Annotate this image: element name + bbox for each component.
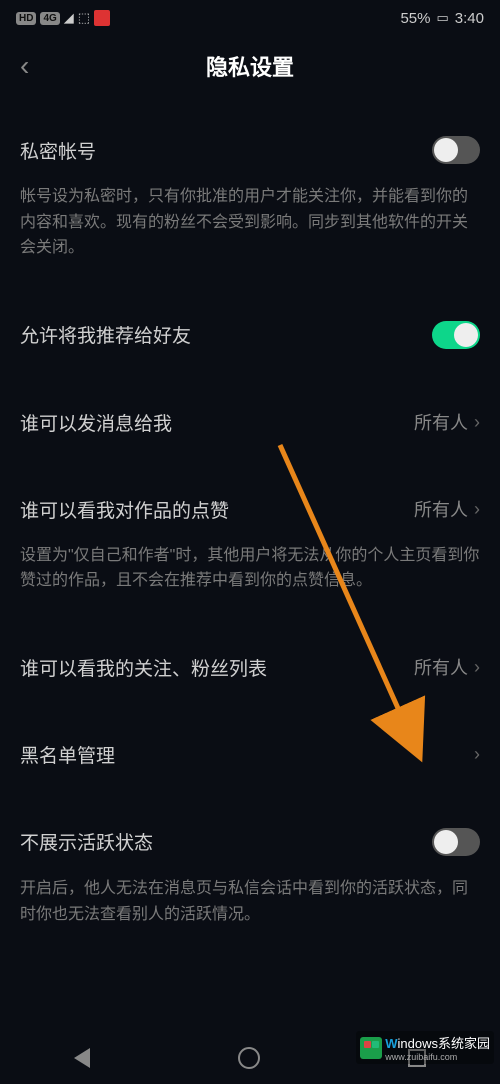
who-msg-value: 所有人 › — [414, 409, 480, 435]
who-likes-label: 谁可以看我对作品的点赞 — [20, 496, 229, 523]
row-who-follow[interactable]: 谁可以看我的关注、粉丝列表 所有人 › — [20, 634, 480, 701]
row-blocklist[interactable]: 黑名单管理 › — [20, 721, 480, 788]
watermark-sub: www.zuibaifu.com — [385, 1052, 490, 1062]
recommend-friends-toggle[interactable] — [432, 321, 480, 349]
hide-active-desc: 开启后，他人无法在消息页与私信会话中看到你的活跃状态，同时你也无法查看别人的活跃… — [20, 876, 480, 947]
row-hide-active[interactable]: 不展示活跃状态 — [20, 808, 480, 876]
battery-icon: ▭ — [437, 10, 449, 26]
who-follow-value: 所有人 › — [414, 654, 480, 680]
content: 私密帐号 帐号设为私密时，只有你批准的用户才能关注你，并能看到你的内容和喜欢。现… — [0, 96, 500, 947]
status-right: 55% ▭ 3:40 — [400, 10, 484, 27]
status-left: HD 4G ◢ ⬚ — [16, 10, 110, 26]
row-who-msg[interactable]: 谁可以发消息给我 所有人 › — [20, 389, 480, 456]
private-account-label: 私密帐号 — [20, 137, 96, 164]
header: ‹ 隐私设置 — [0, 36, 500, 96]
chevron-right-icon: › — [474, 744, 480, 765]
who-follow-label: 谁可以看我的关注、粉丝列表 — [20, 654, 267, 681]
chevron-right-icon: › — [474, 499, 480, 520]
hide-active-label: 不展示活跃状态 — [20, 828, 153, 855]
status-bar: HD 4G ◢ ⬚ 55% ▭ 3:40 — [0, 0, 500, 36]
network-icon: 4G — [40, 12, 59, 25]
row-who-likes[interactable]: 谁可以看我对作品的点赞 所有人 › — [20, 476, 480, 543]
blocklist-value: › — [474, 744, 480, 765]
hd-icon: HD — [16, 12, 36, 25]
back-button[interactable]: ‹ — [20, 50, 29, 82]
page-title: 隐私设置 — [206, 50, 294, 82]
row-recommend-friends[interactable]: 允许将我推荐给好友 — [20, 301, 480, 369]
private-account-toggle[interactable] — [432, 136, 480, 164]
clock: 3:40 — [455, 10, 484, 27]
watermark: Windows系统家园 www.zuibaifu.com — [356, 1031, 494, 1064]
rec-icon — [94, 10, 110, 26]
hide-active-toggle[interactable] — [432, 828, 480, 856]
wifi-icon: ◢ — [64, 10, 74, 26]
recommend-friends-label: 允许将我推荐给好友 — [20, 321, 191, 348]
nav-back-icon[interactable] — [74, 1048, 90, 1068]
blocklist-label: 黑名单管理 — [20, 741, 115, 768]
row-private-account[interactable]: 私密帐号 — [20, 116, 480, 184]
watermark-icon — [360, 1037, 382, 1059]
watermark-text: indows系统家园 — [398, 1036, 490, 1051]
who-msg-label: 谁可以发消息给我 — [20, 409, 172, 436]
who-likes-desc: 设置为"仅自己和作者"时，其他用户将无法从你的个人主页看到你赞过的作品，且不会在… — [20, 543, 480, 614]
battery-pct: 55% — [400, 10, 430, 27]
nav-home-icon[interactable] — [238, 1047, 260, 1069]
chevron-right-icon: › — [474, 657, 480, 678]
chevron-right-icon: › — [474, 412, 480, 433]
private-account-desc: 帐号设为私密时，只有你批准的用户才能关注你，并能看到你的内容和喜欢。现有的粉丝不… — [20, 184, 480, 281]
signal-icon: ⬚ — [78, 10, 90, 26]
who-likes-value: 所有人 › — [414, 496, 480, 522]
